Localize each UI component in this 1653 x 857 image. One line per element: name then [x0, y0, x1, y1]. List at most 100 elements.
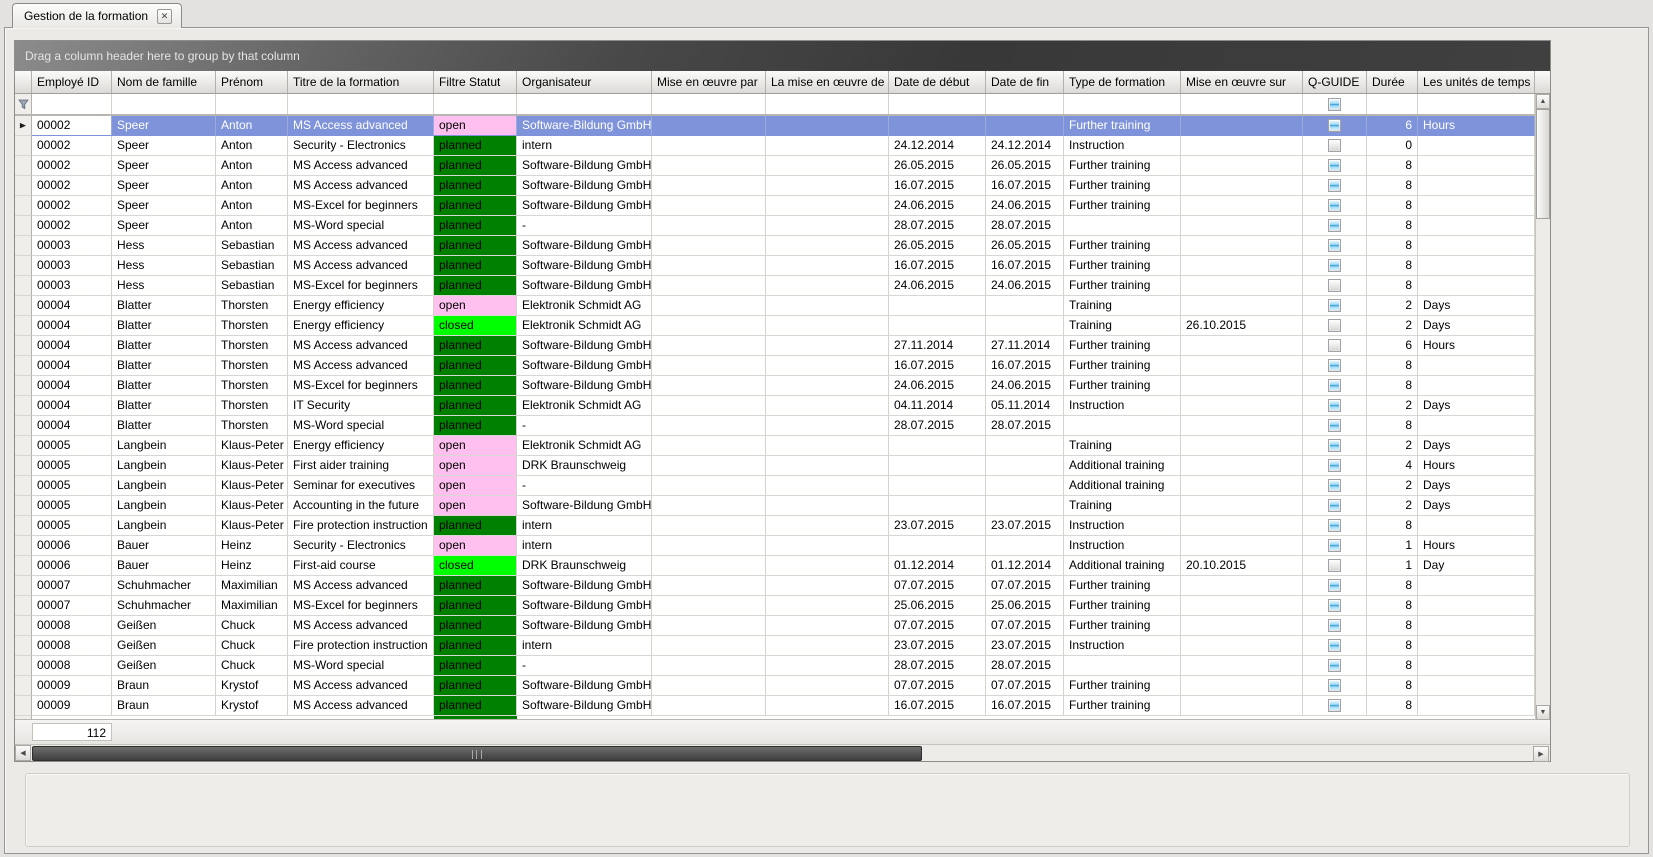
cell-unites[interactable]: [1418, 596, 1535, 616]
cell-type[interactable]: Further training: [1064, 276, 1181, 296]
cell-mise_par[interactable]: [652, 656, 766, 676]
cell-type[interactable]: Instruction: [1064, 136, 1181, 156]
cell-prenom[interactable]: Klaus-Peter: [216, 436, 288, 456]
table-row[interactable]: 00004BlatterThorstenEnergy efficiencyope…: [15, 296, 1550, 316]
cell-statut[interactable]: open: [434, 116, 517, 136]
cell-mise_de[interactable]: [766, 136, 889, 156]
cell-qguide[interactable]: [1303, 376, 1367, 396]
qguide-checkbox-checked-icon[interactable]: [1328, 439, 1341, 452]
table-row[interactable]: 00008GeißenChuckMS Access advancedplanne…: [15, 616, 1550, 636]
cell-statut[interactable]: planned: [434, 276, 517, 296]
cell-debut[interactable]: 23.07.2015: [889, 636, 986, 656]
cell-fin[interactable]: 16.07.2015: [986, 696, 1064, 716]
cell-fin[interactable]: 24.06.2015: [986, 196, 1064, 216]
cell-mise_sur[interactable]: [1181, 356, 1303, 376]
cell-debut[interactable]: 26.05.2015: [889, 236, 986, 256]
cell-titre[interactable]: Security - Electronics: [288, 136, 434, 156]
cell-nom[interactable]: Speer: [112, 176, 216, 196]
cell-mise_sur[interactable]: [1181, 416, 1303, 436]
cell-type[interactable]: Further training: [1064, 596, 1181, 616]
cell-mise_de[interactable]: [766, 176, 889, 196]
cell-prenom[interactable]: Anton: [216, 176, 288, 196]
cell-debut[interactable]: 23.07.2015: [889, 516, 986, 536]
cell-qguide[interactable]: [1303, 656, 1367, 676]
table-row[interactable]: 00004BlatterThorstenIT SecurityplannedEl…: [15, 396, 1550, 416]
cell-duree[interactable]: 8: [1367, 176, 1418, 196]
column-header-type[interactable]: Type de formation: [1064, 71, 1181, 93]
cell-statut[interactable]: open: [434, 536, 517, 556]
cell-statut[interactable]: open: [434, 436, 517, 456]
cell-unites[interactable]: [1418, 196, 1535, 216]
cell-qguide[interactable]: [1303, 676, 1367, 696]
table-row[interactable]: 00004BlatterThorstenMS-Excel for beginne…: [15, 376, 1550, 396]
cell-debut[interactable]: 28.07.2015: [889, 416, 986, 436]
cell-mise_de[interactable]: [766, 376, 889, 396]
cell-qguide[interactable]: [1303, 516, 1367, 536]
cell-employe_id[interactable]: 00002: [32, 116, 112, 136]
cell-titre[interactable]: First aider training: [288, 456, 434, 476]
cell-employe_id[interactable]: 00005: [32, 456, 112, 476]
cell-mise_sur[interactable]: [1181, 256, 1303, 276]
cell-mise_par[interactable]: [652, 356, 766, 376]
cell-qguide[interactable]: [1303, 336, 1367, 356]
cell-nom[interactable]: Langbein: [112, 436, 216, 456]
cell-statut[interactable]: planned: [434, 656, 517, 676]
cell-type[interactable]: Further training: [1064, 156, 1181, 176]
cell-prenom[interactable]: Anton: [216, 216, 288, 236]
cell-nom[interactable]: Blatter: [112, 416, 216, 436]
cell-fin[interactable]: 23.07.2015: [986, 516, 1064, 536]
cell-mise_de[interactable]: [766, 496, 889, 516]
cell-nom[interactable]: Hess: [112, 276, 216, 296]
cell-titre[interactable]: MS-Excel for beginners: [288, 376, 434, 396]
cell-fin[interactable]: [986, 116, 1064, 136]
cell-unites[interactable]: Days: [1418, 316, 1535, 336]
qguide-checkbox-unchecked-icon[interactable]: [1328, 319, 1341, 332]
cell-duree[interactable]: 8: [1367, 576, 1418, 596]
cell-statut[interactable]: planned: [434, 616, 517, 636]
cell-statut[interactable]: planned: [434, 416, 517, 436]
cell-mise_sur[interactable]: [1181, 696, 1303, 716]
cell-mise_sur[interactable]: [1181, 536, 1303, 556]
cell-qguide[interactable]: [1303, 196, 1367, 216]
cell-unites[interactable]: Hours: [1418, 336, 1535, 356]
cell-debut[interactable]: [889, 496, 986, 516]
cell-titre[interactable]: MS Access advanced: [288, 336, 434, 356]
cell-mise_sur[interactable]: [1181, 156, 1303, 176]
cell-prenom[interactable]: Anton: [216, 116, 288, 136]
column-header-organisateur[interactable]: Organisateur: [517, 71, 652, 93]
cell-mise_sur[interactable]: [1181, 196, 1303, 216]
cell-unites[interactable]: [1418, 276, 1535, 296]
cell-fin[interactable]: 05.11.2014: [986, 396, 1064, 416]
cell-organisateur[interactable]: intern: [517, 136, 652, 156]
cell-statut[interactable]: planned: [434, 256, 517, 276]
cell-nom[interactable]: Speer: [112, 136, 216, 156]
table-row[interactable]: 00002SpeerAntonMS Access advancedplanned…: [15, 156, 1550, 176]
cell-duree[interactable]: 8: [1367, 356, 1418, 376]
cell-titre[interactable]: MS Access advanced: [288, 356, 434, 376]
cell-unites[interactable]: [1418, 216, 1535, 236]
filter-cell-mise_sur[interactable]: [1181, 94, 1303, 114]
cell-qguide[interactable]: [1303, 276, 1367, 296]
qguide-checkbox-checked-icon[interactable]: [1328, 179, 1341, 192]
cell-mise_sur[interactable]: [1181, 216, 1303, 236]
cell-unites[interactable]: [1418, 616, 1535, 636]
filter-cell-fin[interactable]: [986, 94, 1064, 114]
cell-organisateur[interactable]: Software-Bildung GmbH: [517, 696, 652, 716]
qguide-checkbox-checked-icon[interactable]: [1328, 599, 1341, 612]
cell-titre[interactable]: IT Security: [288, 396, 434, 416]
cell-mise_sur[interactable]: [1181, 656, 1303, 676]
cell-prenom[interactable]: Klaus-Peter: [216, 516, 288, 536]
cell-mise_sur[interactable]: [1181, 596, 1303, 616]
cell-fin[interactable]: 27.11.2014: [986, 336, 1064, 356]
cell-organisateur[interactable]: Software-Bildung GmbH: [517, 256, 652, 276]
table-row[interactable]: 00003HessSebastianMS-Excel for beginners…: [15, 276, 1550, 296]
cell-fin[interactable]: [986, 316, 1064, 336]
cell-type[interactable]: [1064, 216, 1181, 236]
cell-duree[interactable]: 8: [1367, 256, 1418, 276]
cell-debut[interactable]: 16.07.2015: [889, 696, 986, 716]
qguide-checkbox-checked-icon[interactable]: [1328, 399, 1341, 412]
cell-statut[interactable]: planned: [434, 196, 517, 216]
cell-mise_par[interactable]: [652, 156, 766, 176]
cell-mise_de[interactable]: [766, 356, 889, 376]
cell-debut[interactable]: 26.05.2015: [889, 156, 986, 176]
